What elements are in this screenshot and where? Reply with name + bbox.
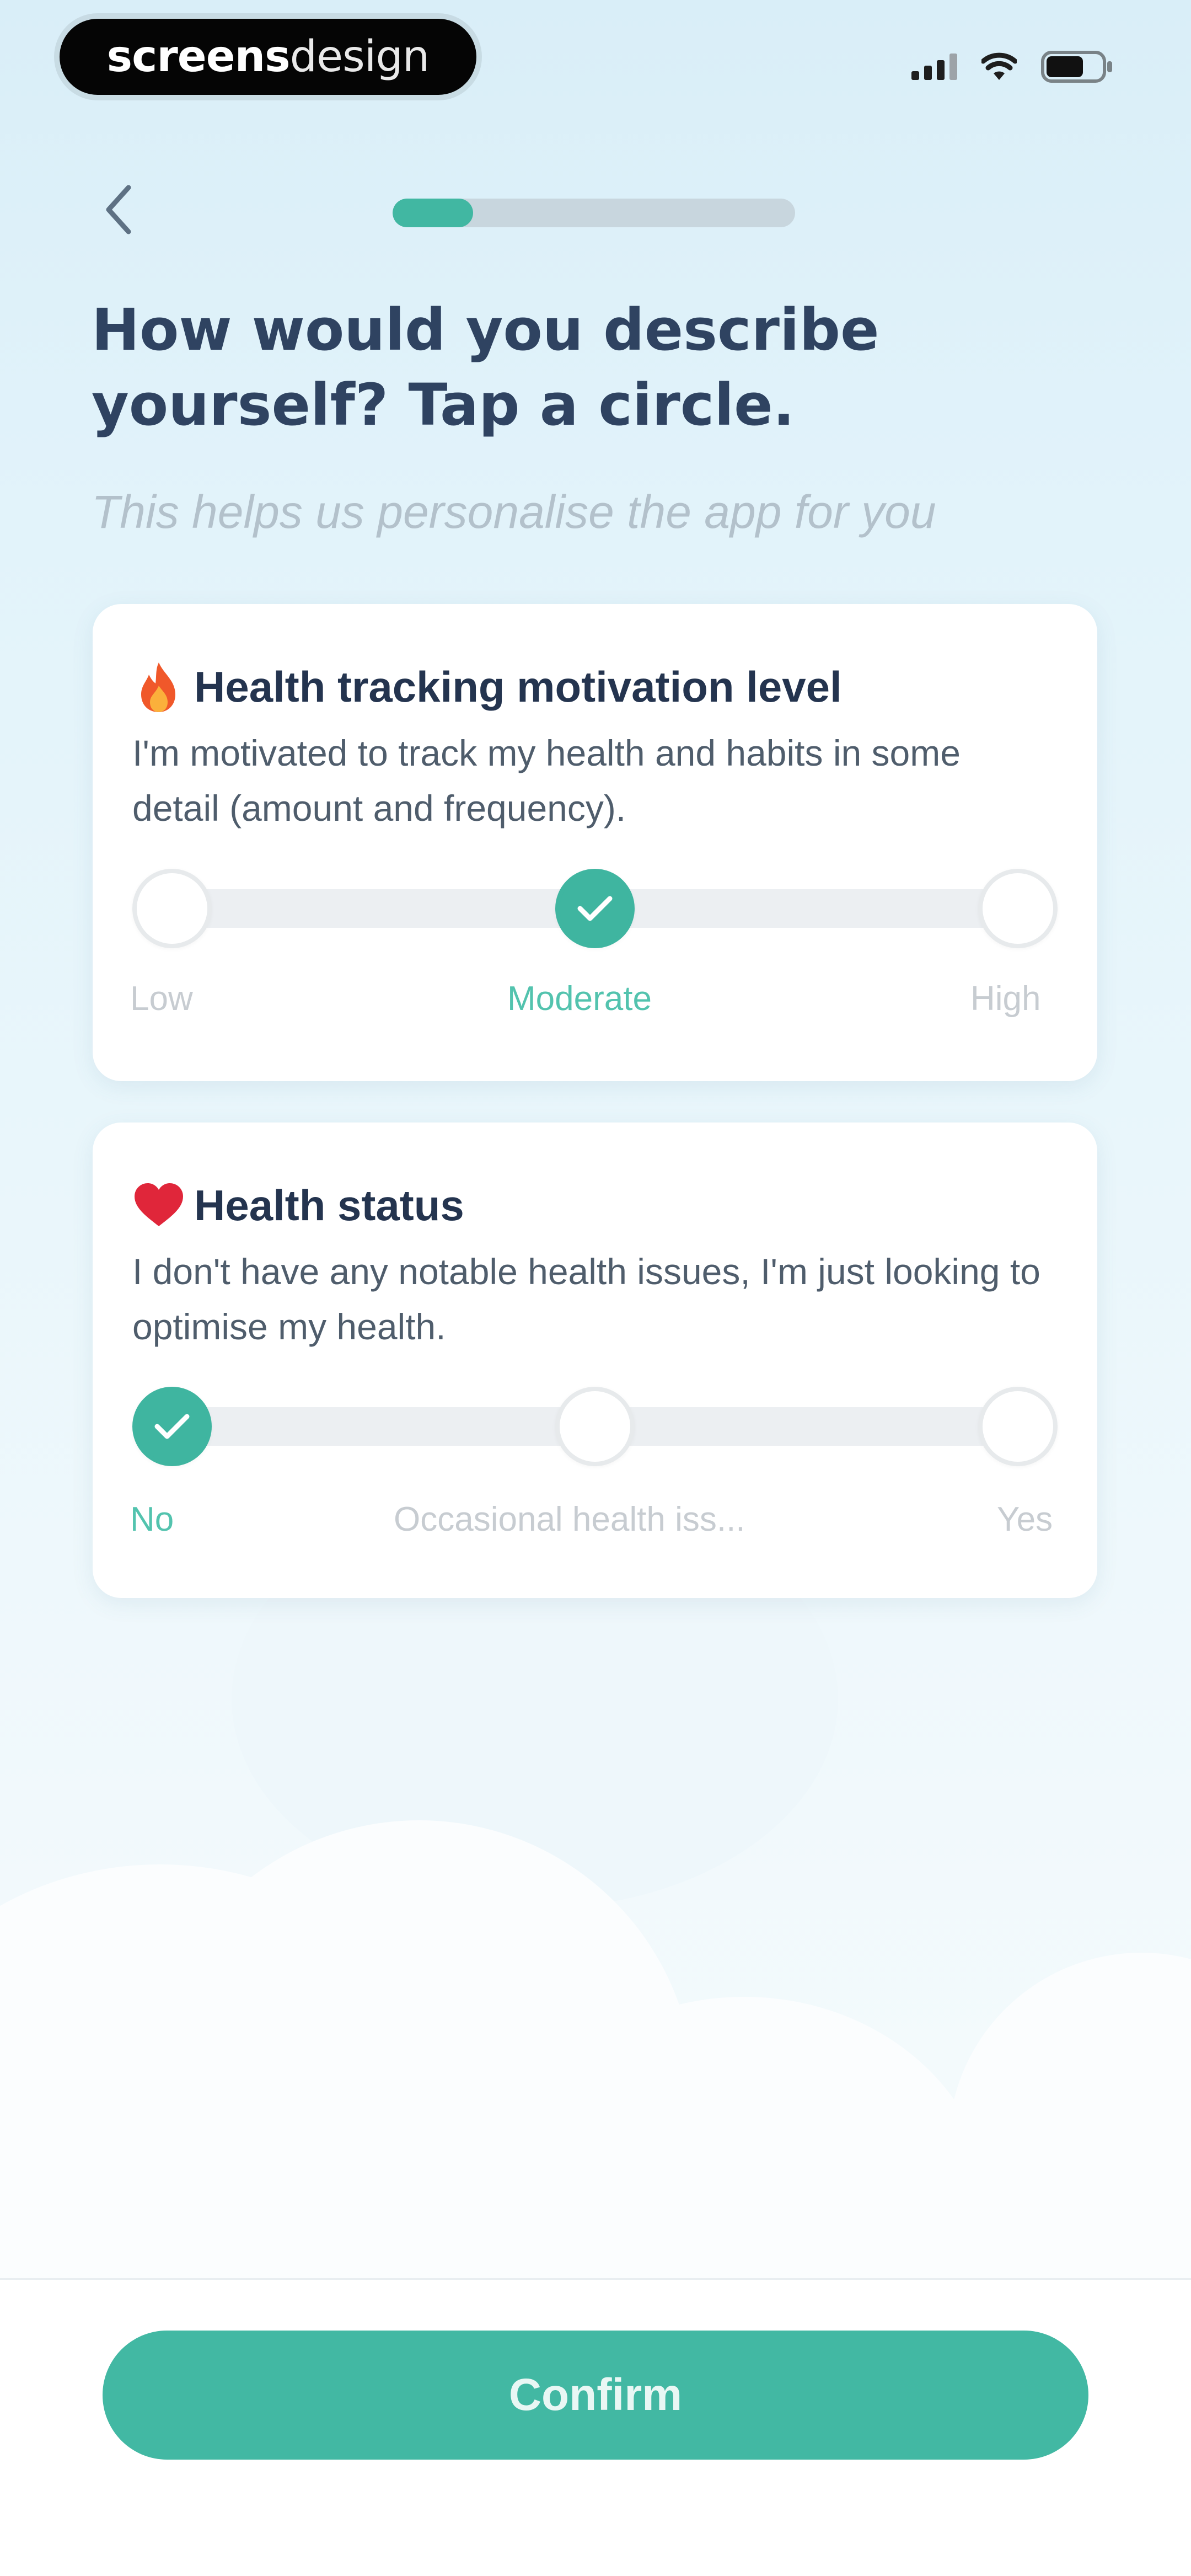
card-description: I'm motivated to track my health and hab… [132, 733, 961, 829]
red-heart-emoji-icon [131, 1178, 186, 1233]
wifi-icon [981, 52, 1017, 80]
onboarding-screen: screensdesign How would you describe you… [0, 0, 1191, 2576]
health-status-card: Health status I don't have any notable h… [93, 1123, 1097, 1598]
option-label-yes: Yes [997, 1500, 1053, 1538]
status-icons [911, 47, 1114, 86]
check-icon [154, 1414, 190, 1439]
page-title: How would you describe yourself? Tap a c… [92, 296, 879, 439]
card-header: Health tracking motivation level [131, 659, 842, 714]
option-label-high: High [970, 980, 1041, 1018]
option-label-low: Low [130, 980, 193, 1018]
progress-fill [393, 199, 473, 227]
card-title: Health status [194, 1180, 464, 1230]
option-label-moderate: Moderate [507, 980, 652, 1018]
chevron-left-icon [106, 185, 131, 234]
brand-badge: screensdesign [60, 19, 476, 95]
onboarding-progress-bar [393, 199, 795, 227]
brand-logo-text: screensdesign [106, 32, 430, 82]
card-description: I don't have any notable health issues, … [132, 1251, 1040, 1347]
confirm-button[interactable]: Confirm [103, 2331, 1088, 2460]
check-icon [577, 896, 613, 921]
option-label-occasional: Occasional health iss... [394, 1500, 745, 1538]
option-label-no: No [130, 1500, 174, 1538]
option-yes[interactable] [978, 1387, 1058, 1466]
cellular-signal-icon [911, 54, 957, 80]
option-occasional[interactable] [555, 1387, 635, 1466]
page-subtitle: This helps us personalise the app for yo… [92, 486, 936, 538]
option-low[interactable] [132, 869, 212, 948]
battery-icon [1041, 51, 1112, 83]
option-moderate-selected[interactable] [555, 869, 635, 948]
back-button[interactable] [94, 177, 143, 243]
option-no-selected[interactable] [132, 1387, 212, 1466]
card-header: Health status [131, 1178, 464, 1233]
card-title: Health tracking motivation level [194, 662, 842, 711]
option-high[interactable] [978, 869, 1058, 948]
motivation-card: Health tracking motivation level I'm mot… [93, 604, 1097, 1081]
fire-emoji-icon [131, 659, 186, 714]
